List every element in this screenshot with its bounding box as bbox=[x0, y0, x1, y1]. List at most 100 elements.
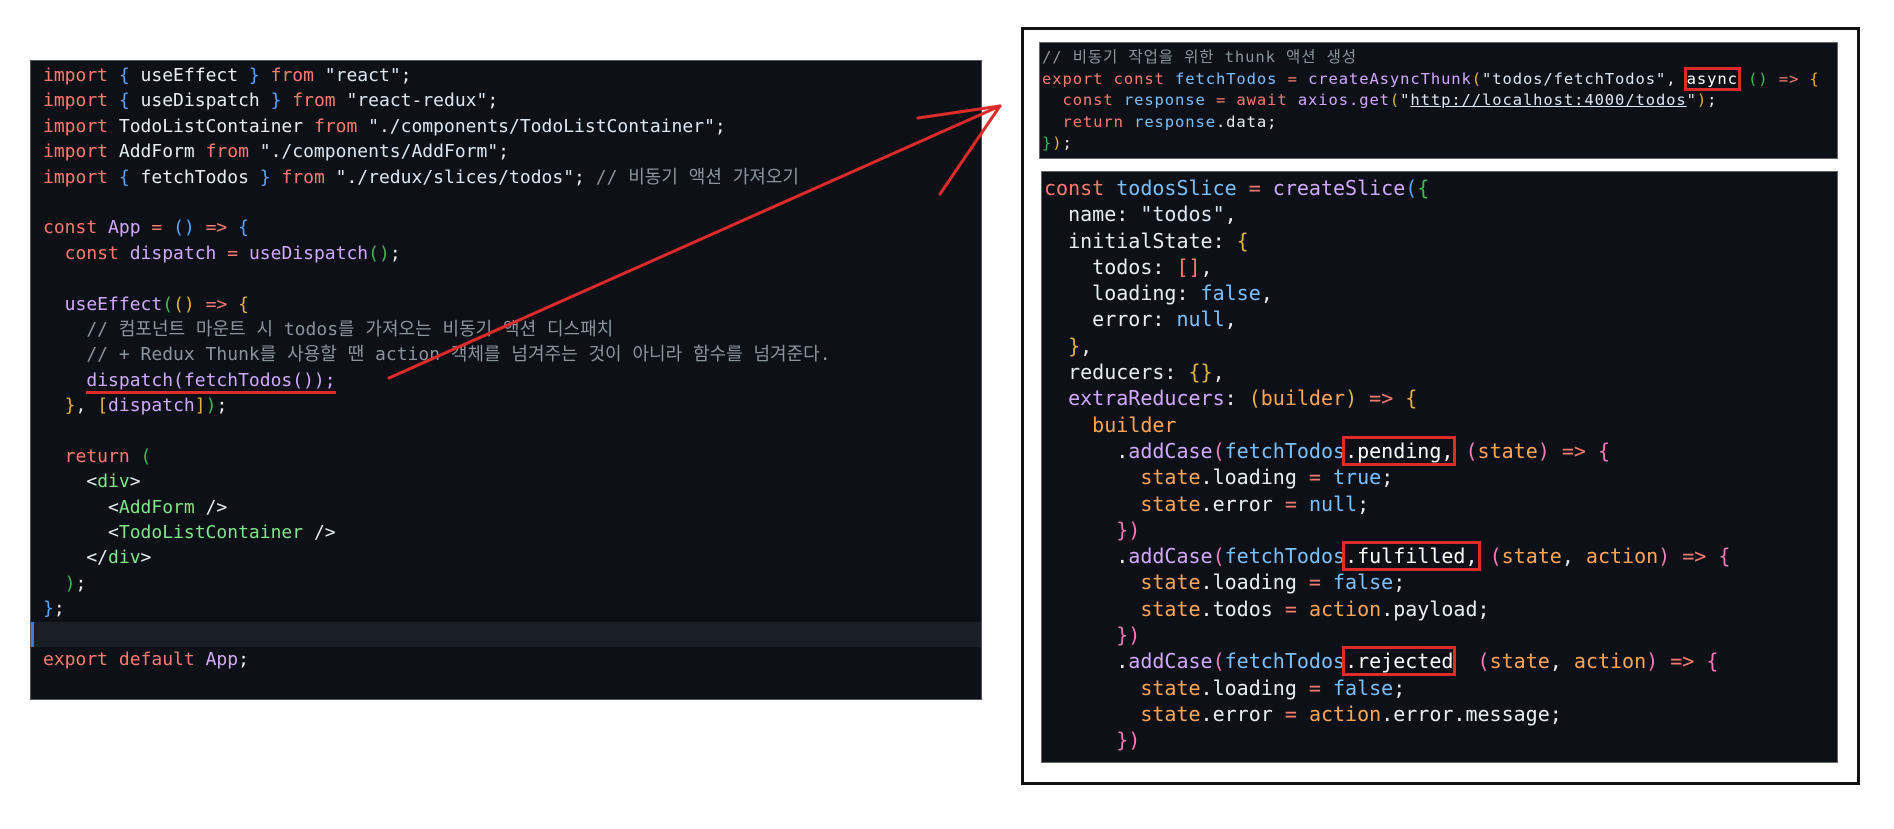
code-token: } bbox=[259, 90, 293, 112]
code-token: ; bbox=[216, 395, 228, 417]
code-token: , bbox=[75, 395, 98, 417]
code-line: <div> bbox=[43, 469, 981, 494]
code-token: dispatch bbox=[129, 242, 228, 264]
code-token: {} bbox=[1188, 360, 1213, 385]
app-code-editor[interactable]: import { useEffect } from "react"; import… bbox=[30, 60, 982, 700]
code-token: .payload; bbox=[1381, 596, 1490, 621]
code-token: createSlice bbox=[1272, 176, 1406, 200]
code-token: builder bbox=[1260, 386, 1346, 411]
code-token: = bbox=[1284, 491, 1309, 516]
code-token: ; bbox=[53, 598, 65, 620]
code-token: { bbox=[238, 217, 249, 239]
code-token: ; bbox=[1707, 91, 1718, 110]
code-line: builder bbox=[1044, 412, 1837, 438]
code-token: = bbox=[1248, 176, 1273, 200]
code-token: { bbox=[1417, 176, 1430, 200]
code-token: , bbox=[1080, 333, 1093, 358]
code-token: ( bbox=[1465, 438, 1478, 463]
code-token: = bbox=[1287, 69, 1309, 88]
code-token: action bbox=[1308, 701, 1382, 726]
code-token: ) bbox=[1345, 386, 1370, 411]
code-token: addCase bbox=[1128, 438, 1213, 463]
code-token: addCase bbox=[1128, 649, 1213, 674]
code-token: from bbox=[313, 115, 369, 137]
code-token: ( bbox=[140, 445, 152, 467]
code-line: error: null, bbox=[1044, 306, 1837, 332]
code-token: state bbox=[1044, 701, 1201, 726]
code-token: from bbox=[281, 166, 336, 188]
code-token: ( bbox=[1212, 438, 1225, 463]
code-token: => bbox=[205, 293, 239, 315]
code-token: = bbox=[151, 217, 174, 239]
code-token: /> bbox=[313, 522, 336, 544]
code-line: }; bbox=[43, 596, 981, 621]
code-token: () bbox=[1748, 69, 1769, 88]
code-line: export default App; bbox=[43, 647, 981, 672]
code-token: "./components/TodoListContainer" bbox=[368, 115, 715, 137]
thunk-code-snippet: // 비동기 작업을 위한 thunk 액션 생성 export const fe… bbox=[1039, 42, 1838, 159]
code-token: const bbox=[43, 217, 109, 239]
code-token: { bbox=[108, 166, 141, 188]
code-token: ( bbox=[1212, 544, 1225, 569]
code-line: initialState: { bbox=[1044, 228, 1837, 254]
highlight-box: .pending, bbox=[1342, 435, 1457, 466]
code-token: { bbox=[238, 293, 249, 315]
code-token: fetchTodos bbox=[1224, 544, 1346, 569]
code-token: ; bbox=[487, 90, 499, 112]
code-line: // + Redux Thunk를 사용할 땐 action 객체를 넘겨주는 … bbox=[43, 342, 981, 367]
code-token: { bbox=[1706, 649, 1719, 674]
code-token: import bbox=[43, 166, 109, 188]
code-line: <AddForm /> bbox=[43, 495, 981, 520]
code-token: // 컴포넌트 마운트 시 todos를 가져오는 비동기 액션 디스패치 bbox=[43, 318, 614, 340]
code-line: loading: false, bbox=[1044, 280, 1837, 306]
code-token: ; bbox=[714, 115, 726, 137]
code-line: const App = () => { bbox=[43, 215, 981, 240]
code-token: ) bbox=[205, 395, 217, 417]
code-token: const bbox=[1113, 69, 1176, 88]
code-token: < bbox=[43, 471, 98, 493]
code-token: => bbox=[1682, 544, 1719, 569]
code-token: .error.message; bbox=[1381, 701, 1562, 726]
code-token: = bbox=[1308, 465, 1334, 490]
code-token: .loading bbox=[1200, 675, 1309, 700]
code-line: }) bbox=[1044, 622, 1837, 648]
code-line: state.loading = false; bbox=[1044, 569, 1837, 595]
code-token: extraReducers bbox=[1044, 386, 1225, 411]
code-token: " bbox=[1686, 91, 1697, 110]
code-line: name: "todos", bbox=[1044, 201, 1837, 227]
code-line: .addCase(fetchTodos.fulfilled, (state, a… bbox=[1044, 541, 1837, 572]
code-token: state bbox=[1044, 465, 1201, 490]
code-token: , bbox=[1212, 360, 1225, 385]
code-line: }) bbox=[1044, 517, 1837, 543]
code-token: } bbox=[1044, 333, 1081, 358]
code-token: , bbox=[1224, 307, 1237, 332]
code-token: } bbox=[1042, 134, 1053, 153]
code-token: , bbox=[1200, 254, 1213, 279]
code-token: response bbox=[1134, 112, 1216, 131]
code-token: name: bbox=[1044, 202, 1141, 227]
code-line-current bbox=[31, 621, 981, 647]
code-token: useEffect bbox=[43, 293, 163, 315]
code-token: from bbox=[205, 141, 260, 163]
code-token: const bbox=[1042, 91, 1124, 110]
code-line: reducers: {}, bbox=[1044, 359, 1837, 385]
code-token: () bbox=[173, 217, 206, 239]
code-line: }, bbox=[1044, 333, 1837, 359]
code-token: export bbox=[1042, 69, 1114, 88]
code-token: , bbox=[1561, 544, 1586, 569]
code-token: null bbox=[1308, 491, 1358, 516]
code-token: useDispatch bbox=[248, 242, 369, 264]
code-token: [] bbox=[1176, 254, 1201, 279]
code-token: // 비동기 액션 가져오기 bbox=[595, 166, 799, 188]
code-token: { bbox=[1809, 69, 1820, 88]
code-line: extraReducers: (builder) => { bbox=[1044, 385, 1837, 411]
code-token: }) bbox=[1044, 728, 1141, 753]
code-line: ); bbox=[43, 571, 981, 596]
code-token: action bbox=[1573, 649, 1647, 674]
